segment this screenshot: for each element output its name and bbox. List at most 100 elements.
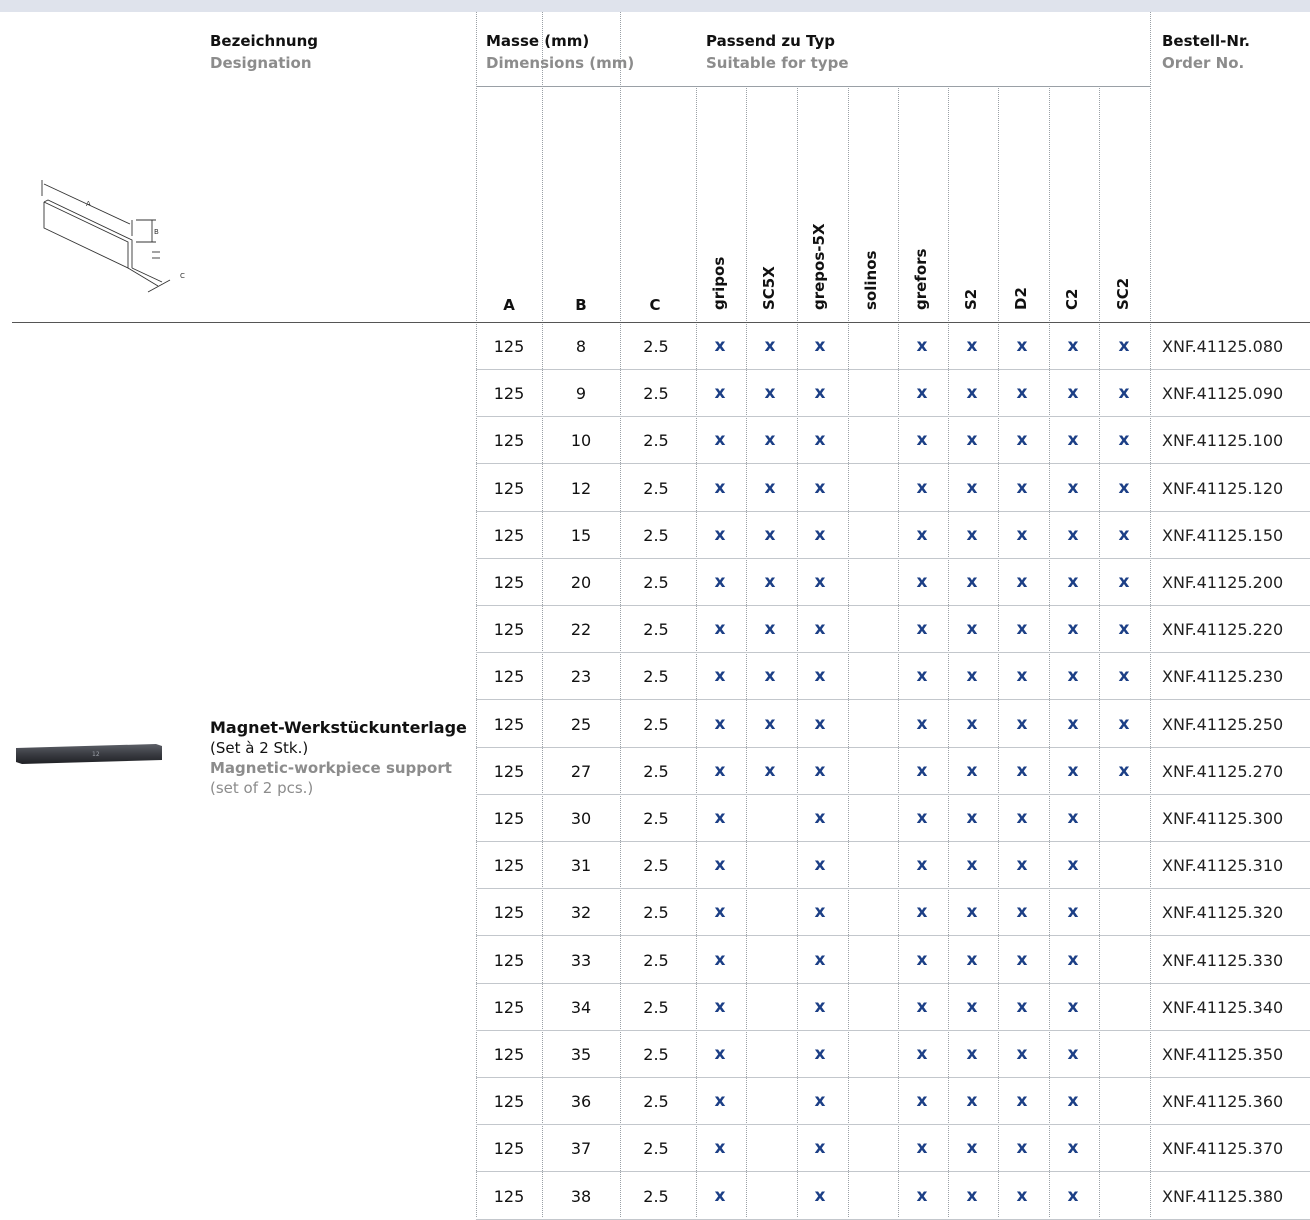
compat-mark: x: [764, 477, 776, 498]
compat-mark: x: [764, 619, 776, 640]
compat-mark: x: [966, 572, 978, 592]
cell-dim-a: 125: [493, 761, 525, 781]
order-number: XNF.41125.360: [1162, 1092, 1284, 1112]
cell-dim-b: 12: [570, 478, 592, 498]
product-image: 12: [16, 744, 162, 764]
cell-dim-c: 2.5: [643, 478, 669, 498]
order-number: XNF.41125.230: [1162, 667, 1284, 687]
compat-mark: x: [1067, 477, 1079, 498]
dimension-diagram: A B C: [41, 180, 185, 293]
cell-dim-a: 125: [493, 620, 525, 640]
cell-dim-c: 2.5: [643, 856, 669, 876]
types-label-en: Suitable for type: [706, 54, 849, 72]
table-row: 125 33 2.5 x x x x x x XNF.41125.330: [476, 937, 1310, 984]
compat-mark: x: [814, 713, 826, 734]
col-head-type-0: gripos: [710, 256, 728, 310]
compat-mark: x: [916, 477, 928, 498]
compat-mark: x: [1016, 430, 1028, 451]
compat-mark: x: [1118, 572, 1130, 592]
compat-mark: x: [1118, 713, 1130, 734]
cell-dim-a: 125: [493, 856, 525, 876]
compat-mark: x: [1067, 902, 1079, 923]
compat-mark: x: [1016, 949, 1028, 970]
header-subline: [476, 86, 1150, 87]
compat-mark: x: [1016, 1185, 1028, 1206]
order-number: XNF.41125.120: [1162, 478, 1284, 498]
col-head-type-1: SC5X: [760, 266, 778, 310]
cell-dim-c: 2.5: [643, 903, 669, 923]
compat-mark: x: [966, 1185, 978, 1206]
order-number: XNF.41125.200: [1162, 573, 1284, 592]
table-row: 125 27 2.5 x x x x x x x x XNF.41125.270: [476, 748, 1310, 795]
cell-dim-a: 125: [493, 337, 525, 356]
col-head-type-8: SC2: [1114, 277, 1132, 310]
compat-mark: x: [916, 1138, 928, 1159]
compat-mark: x: [966, 949, 978, 970]
compat-mark: x: [764, 572, 776, 592]
compat-mark: x: [764, 666, 776, 687]
order-number: XNF.41125.270: [1162, 761, 1284, 781]
table-row: 125 15 2.5 x x x x x x x x XNF.41125.150: [476, 512, 1310, 559]
cell-dim-c: 2.5: [643, 714, 669, 734]
dimensions-label-de: Masse (mm): [486, 32, 590, 50]
compat-mark: x: [916, 902, 928, 923]
cell-dim-c: 2.5: [643, 1045, 669, 1064]
compat-mark: x: [814, 808, 826, 828]
compat-mark: x: [1016, 996, 1028, 1017]
compat-mark: x: [1118, 430, 1130, 451]
compat-mark: x: [916, 619, 928, 640]
compat-mark: x: [1067, 808, 1079, 828]
col-head-type-6: D2: [1012, 287, 1030, 310]
cell-dim-a: 125: [493, 997, 525, 1017]
order-number: XNF.41125.370: [1162, 1139, 1284, 1159]
table-row: 125 37 2.5 x x x x x x XNF.41125.370: [476, 1125, 1310, 1173]
compat-mark: x: [966, 666, 978, 687]
compat-mark: x: [1067, 430, 1079, 451]
compat-mark: x: [1067, 336, 1079, 356]
cell-dim-a: 125: [493, 667, 525, 687]
compat-mark: x: [1067, 1138, 1079, 1159]
compat-mark: x: [916, 572, 928, 592]
compat-mark: x: [1016, 477, 1028, 498]
order-number: XNF.41125.080: [1162, 337, 1284, 356]
compat-mark: x: [1016, 336, 1028, 356]
compat-mark: x: [1067, 666, 1079, 687]
order-label-en: Order No.: [1162, 54, 1245, 72]
dim-label-b: B: [154, 228, 159, 236]
compat-mark: x: [764, 713, 776, 734]
compat-mark: x: [1016, 1138, 1028, 1159]
compat-mark: x: [764, 430, 776, 451]
cell-dim-b: 32: [570, 903, 592, 923]
table-row: 125 22 2.5 x x x x x x x x XNF.41125.220: [476, 606, 1310, 654]
cell-dim-b: 8: [575, 337, 587, 356]
compat-mark: x: [714, 1185, 726, 1206]
compat-mark: x: [714, 949, 726, 970]
compat-mark: x: [714, 713, 726, 734]
compat-mark: x: [1067, 1185, 1079, 1206]
compat-mark: x: [1016, 524, 1028, 545]
cell-dim-a: 125: [493, 1045, 525, 1064]
cell-dim-c: 2.5: [643, 761, 669, 781]
compat-mark: x: [764, 336, 776, 356]
cell-dim-b: 22: [570, 620, 592, 640]
compat-mark: x: [1016, 666, 1028, 687]
compat-mark: x: [1067, 949, 1079, 970]
compat-mark: x: [966, 1138, 978, 1159]
product-name-en: Magnetic-workpiece support: [210, 759, 452, 777]
compat-mark: x: [814, 1044, 826, 1064]
compat-mark: x: [1067, 760, 1079, 781]
compat-mark: x: [966, 808, 978, 828]
cell-dim-c: 2.5: [643, 667, 669, 687]
cell-dim-b: 35: [570, 1045, 592, 1064]
designation-label-en: Designation: [210, 54, 312, 72]
compat-mark: x: [714, 760, 726, 781]
compat-mark: x: [966, 760, 978, 781]
compat-mark: x: [1118, 383, 1130, 404]
compat-mark: x: [1118, 336, 1130, 356]
cell-dim-a: 125: [493, 950, 525, 970]
compat-mark: x: [714, 572, 726, 592]
compat-mark: x: [1118, 619, 1130, 640]
table-row: 125 38 2.5 x x x x x x XNF.41125.380: [476, 1173, 1310, 1220]
compat-mark: x: [916, 336, 928, 356]
compat-mark: x: [1067, 713, 1079, 734]
